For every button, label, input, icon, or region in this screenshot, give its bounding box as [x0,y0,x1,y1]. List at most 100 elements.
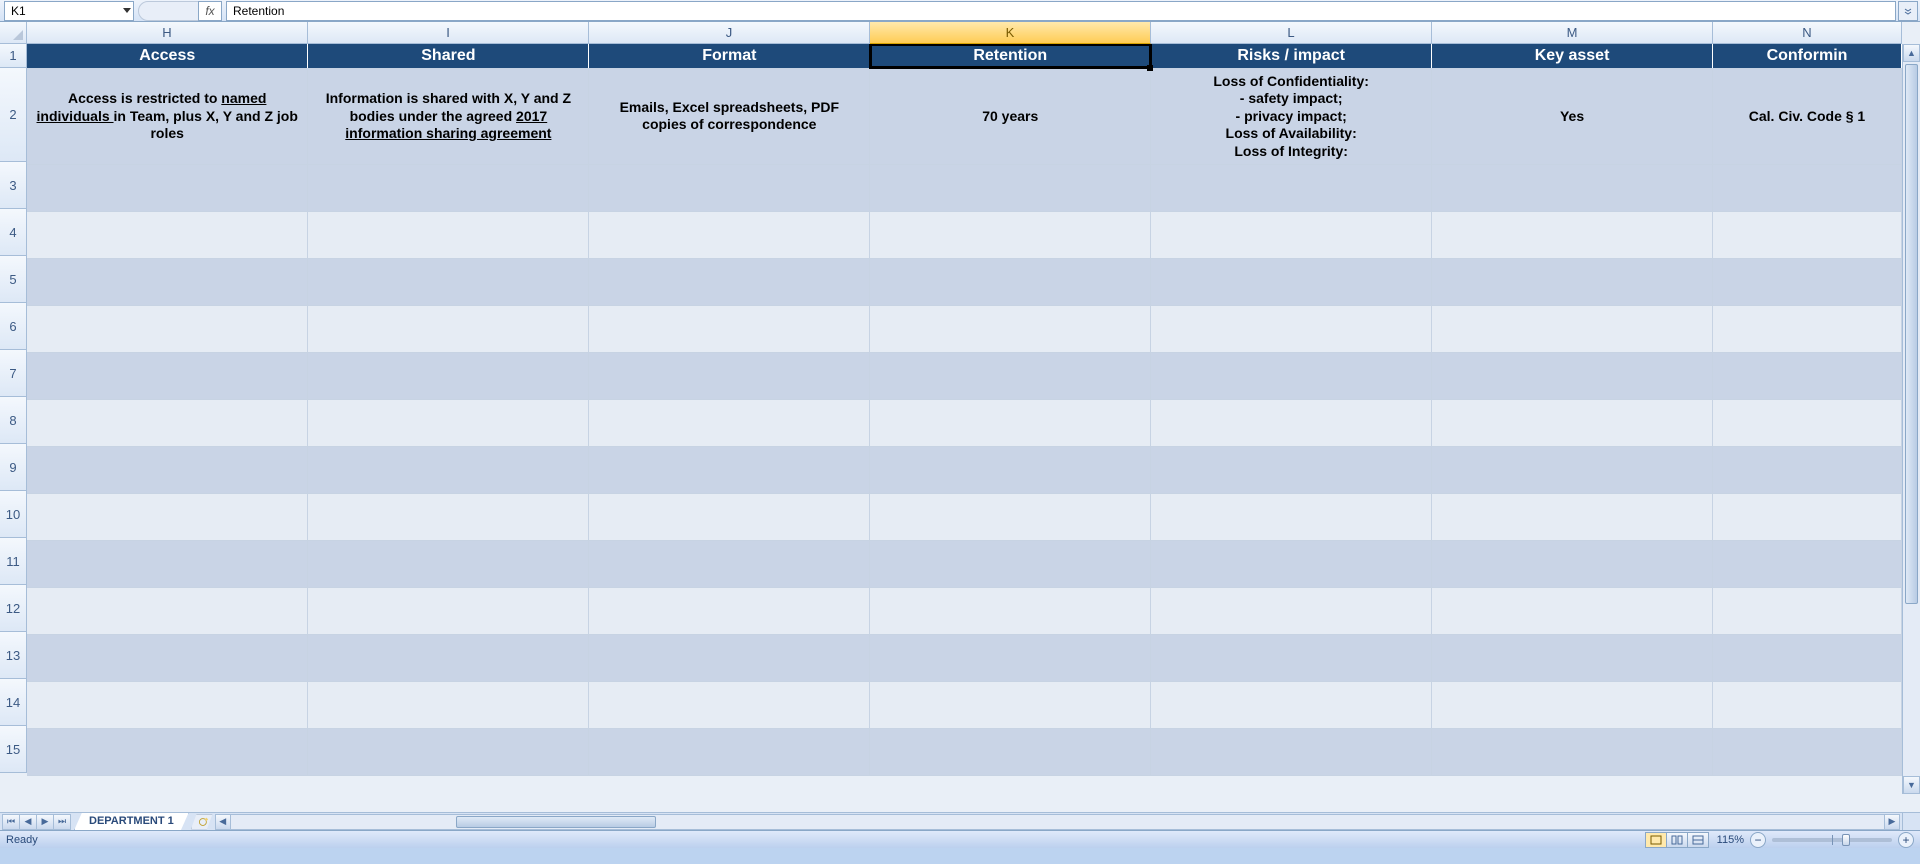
cell-N15[interactable] [1713,729,1902,776]
cell-N2[interactable]: Cal. Civ. Code § 1 [1713,68,1902,165]
cell-K7[interactable] [870,353,1151,400]
vertical-scrollbar[interactable]: ▲ ▼ [1902,44,1920,794]
formula-input[interactable]: Retention [226,1,1896,21]
column-header-J[interactable]: J [589,22,870,44]
cell-M6[interactable] [1432,306,1713,353]
tab-nav-prev-button[interactable]: ◀ [19,814,37,830]
cell-J6[interactable] [589,306,870,353]
cell-J15[interactable] [589,729,870,776]
row-header-1[interactable]: 1 [0,44,27,68]
view-normal-button[interactable] [1645,832,1667,848]
cell-K10[interactable] [870,494,1151,541]
cell-M2[interactable]: Yes [1432,68,1713,165]
row-header-8[interactable]: 8 [0,397,27,444]
cell-K9[interactable] [870,447,1151,494]
sheet-tab-department-1[interactable]: DEPARTMENT 1 [74,813,189,831]
cell-N7[interactable] [1713,353,1902,400]
cell-L15[interactable] [1151,729,1432,776]
cell-H3[interactable] [27,165,308,212]
cell-N9[interactable] [1713,447,1902,494]
cell-L10[interactable] [1151,494,1432,541]
scroll-down-button[interactable]: ▼ [1903,776,1920,794]
header-cell-L[interactable]: Risks / impact [1151,44,1432,68]
cell-grid[interactable]: AccessSharedFormatRetentionRisks / impac… [27,44,1902,794]
cell-L9[interactable] [1151,447,1432,494]
cell-K3[interactable] [870,165,1151,212]
row-header-10[interactable]: 10 [0,491,27,538]
view-page-layout-button[interactable] [1666,832,1688,848]
row-header-7[interactable]: 7 [0,350,27,397]
fx-button[interactable]: fx [198,1,222,21]
cell-I2[interactable]: Information is shared with X, Y and Z bo… [308,68,589,165]
cell-H10[interactable] [27,494,308,541]
cell-L6[interactable] [1151,306,1432,353]
cell-M9[interactable] [1432,447,1713,494]
cell-L13[interactable] [1151,635,1432,682]
cell-L11[interactable] [1151,541,1432,588]
tab-nav-last-button[interactable]: ⏭ [53,814,71,830]
cell-I4[interactable] [308,212,589,259]
cell-L3[interactable] [1151,165,1432,212]
cell-M5[interactable] [1432,259,1713,306]
cell-M11[interactable] [1432,541,1713,588]
cell-L7[interactable] [1151,353,1432,400]
vertical-scroll-thumb[interactable] [1905,64,1918,604]
cell-K2[interactable]: 70 years [870,68,1151,165]
row-header-3[interactable]: 3 [0,162,27,209]
column-header-H[interactable]: H [27,22,308,44]
cell-N13[interactable] [1713,635,1902,682]
header-cell-J[interactable]: Format [589,44,870,68]
formula-bar-expand-button[interactable] [1898,1,1918,21]
cell-J12[interactable] [589,588,870,635]
scroll-left-button[interactable]: ◀ [215,814,231,830]
cell-L4[interactable] [1151,212,1432,259]
cell-M3[interactable] [1432,165,1713,212]
cell-N11[interactable] [1713,541,1902,588]
header-cell-K[interactable]: Retention [870,44,1151,68]
cell-K13[interactable] [870,635,1151,682]
cell-M8[interactable] [1432,400,1713,447]
cell-L8[interactable] [1151,400,1432,447]
cell-J7[interactable] [589,353,870,400]
chevron-down-icon[interactable] [123,8,131,13]
cell-H6[interactable] [27,306,308,353]
cell-L14[interactable] [1151,682,1432,729]
cell-H2[interactable]: Access is restricted to named individual… [27,68,308,165]
cell-H14[interactable] [27,682,308,729]
cell-J14[interactable] [589,682,870,729]
cell-M4[interactable] [1432,212,1713,259]
cell-N10[interactable] [1713,494,1902,541]
cell-J11[interactable] [589,541,870,588]
cell-H7[interactable] [27,353,308,400]
cell-M7[interactable] [1432,353,1713,400]
cell-N4[interactable] [1713,212,1902,259]
cell-K6[interactable] [870,306,1151,353]
column-header-N[interactable]: N [1713,22,1902,44]
cell-K14[interactable] [870,682,1151,729]
cell-H11[interactable] [27,541,308,588]
column-header-K[interactable]: K [870,22,1151,44]
view-page-break-button[interactable] [1687,832,1709,848]
cell-H13[interactable] [27,635,308,682]
cell-J5[interactable] [589,259,870,306]
cell-J4[interactable] [589,212,870,259]
cell-M13[interactable] [1432,635,1713,682]
cell-H4[interactable] [27,212,308,259]
tab-nav-next-button[interactable]: ▶ [36,814,54,830]
cell-K5[interactable] [870,259,1151,306]
cell-I5[interactable] [308,259,589,306]
cell-H12[interactable] [27,588,308,635]
cell-N5[interactable] [1713,259,1902,306]
cell-H5[interactable] [27,259,308,306]
cell-H8[interactable] [27,400,308,447]
cell-M15[interactable] [1432,729,1713,776]
cell-N3[interactable] [1713,165,1902,212]
cell-I6[interactable] [308,306,589,353]
row-header-5[interactable]: 5 [0,256,27,303]
row-header-9[interactable]: 9 [0,444,27,491]
cell-I7[interactable] [308,353,589,400]
cell-K4[interactable] [870,212,1151,259]
column-header-M[interactable]: M [1432,22,1713,44]
cell-I13[interactable] [308,635,589,682]
zoom-slider[interactable] [1772,838,1892,842]
